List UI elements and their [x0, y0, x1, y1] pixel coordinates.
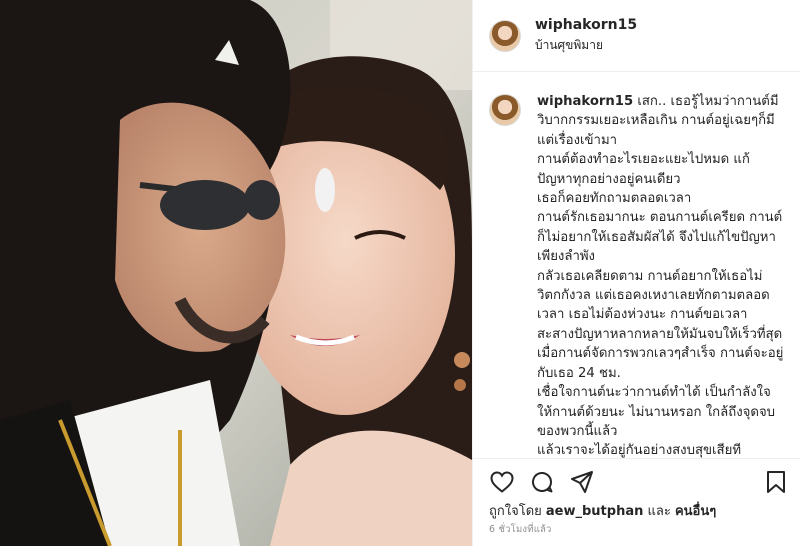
caption-text: wiphakorn15 เสก.. เธอรู้ไหมว่ากานต์มีวิบ…: [537, 92, 784, 458]
caption-line: wiphakorn15 เสก.. เธอรู้ไหมว่ากานต์มีวิบ…: [537, 92, 784, 150]
caption-line-2: เธอก็คอยทักถามตลอดเวลา: [537, 191, 692, 207]
caption-line-5: เมื่อกานต์จัดการพวกเลวๆสำเร็จ กานต์จะอยู…: [537, 346, 784, 381]
avatar[interactable]: [489, 19, 521, 52]
likes-others-link[interactable]: คนอื่นๆ: [675, 504, 716, 519]
bookmark-icon[interactable]: [763, 469, 789, 495]
caption-line-7: แล้วเราจะได้อยู่กันอย่างสงบสุขเสียที: [537, 443, 742, 458]
heart-icon[interactable]: [489, 469, 515, 495]
username-link[interactable]: wiphakorn15: [535, 17, 637, 33]
action-bar: [473, 458, 800, 498]
post-photo[interactable]: [0, 0, 472, 546]
comment-icon[interactable]: [529, 469, 555, 495]
caption-line-6: เชื่อใจกานต์นะว่ากานต์ทำได้ เป็นกำลังใจใ…: [537, 385, 776, 439]
location-link[interactable]: บ้านศุขพิมาย: [535, 36, 637, 55]
couple-photo: [0, 0, 472, 546]
caption-line-3: กานต์รักเธอมากนะ ตอนกานต์เครียด กานต์ก็ไ…: [537, 210, 783, 265]
post-side-panel: wiphakorn15 บ้านศุขพิมาย wiphakorn15 เสก…: [472, 0, 800, 546]
share-icon[interactable]: [569, 469, 595, 495]
post-timestamp[interactable]: 6 ชั่วโมงที่แล้ว: [489, 522, 552, 537]
liker-username-link[interactable]: aew_butphan: [546, 504, 643, 519]
likes-and: และ: [647, 504, 671, 519]
likes-summary: ถูกใจโดย aew_butphan และ คนอื่นๆ: [489, 500, 716, 521]
caption-avatar[interactable]: [489, 94, 521, 126]
caption-line-4: กลัวเธอเคลียดตาม กานต์อยากให้เธอไม่วิตกก…: [537, 268, 783, 342]
likes-prefix: ถูกใจโดย: [489, 504, 542, 519]
caption-line-1: กานต์ต้องทำอะไรเยอะแยะไปหมด แก้ปัญหาทุกอ…: [537, 152, 750, 187]
caption-username-link[interactable]: wiphakorn15: [537, 94, 633, 109]
caption-area: wiphakorn15 เสก.. เธอรู้ไหมว่ากานต์มีวิบ…: [473, 72, 800, 458]
post-header: wiphakorn15 บ้านศุขพิมาย: [473, 0, 800, 72]
